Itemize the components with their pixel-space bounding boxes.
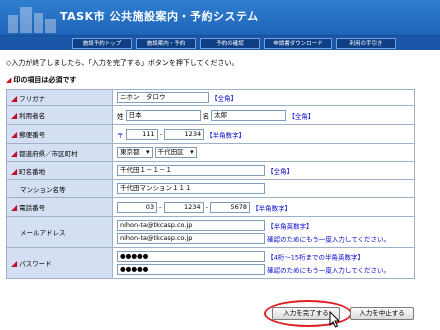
- pencil-icon: ◢: [11, 130, 18, 139]
- town-label: ◢ 町名番地: [6, 161, 113, 180]
- required-note: ◢ 印の項目は必須です: [6, 75, 76, 85]
- password-confirm-hint: 確認のためにもう一度入力してください。: [267, 266, 390, 275]
- surname-input[interactable]: 日本: [125, 109, 201, 121]
- town-input[interactable]: 千代田１－１－１: [117, 165, 265, 176]
- email-hint: 【半角英数字】: [267, 222, 313, 231]
- building-input[interactable]: 千代田マンション１１１: [117, 183, 265, 194]
- phone-label: ◢ 電話番号: [6, 197, 113, 217]
- furigana-input[interactable]: ニホン タロウ: [117, 92, 209, 103]
- phone-input-2[interactable]: 1234: [163, 201, 204, 213]
- surname-label: 姓: [117, 112, 124, 120]
- postal-mark: 〒: [117, 131, 124, 139]
- given-name-label: 名: [202, 112, 210, 120]
- email-label: メールアドレス: [6, 216, 113, 248]
- phone-hint: 【半角数字】: [252, 204, 292, 212]
- nav-tabs: 施設予約トップ 施設案内・予約 予約の確認 申請書ダウンロード 利用の手引き: [0, 36, 440, 50]
- tab-top[interactable]: 施設予約トップ: [72, 38, 132, 49]
- city-select[interactable]: 千代田区: [154, 147, 197, 158]
- postal-label: ◢ 郵便番号: [6, 124, 113, 144]
- prefecture-select[interactable]: 東京都: [117, 147, 153, 158]
- building-label: マンション名等: [6, 179, 113, 198]
- town-hint: 【全角】: [267, 167, 294, 176]
- password-input[interactable]: ●●●●●: [117, 251, 265, 262]
- pencil-icon: ◢: [11, 203, 18, 212]
- email-confirm-input[interactable]: nihon-ta@tkcasp.co.jp: [117, 233, 265, 244]
- pencil-icon: ◢: [11, 111, 18, 120]
- phone-input-3[interactable]: 5678: [210, 201, 251, 213]
- tab-download[interactable]: 申請書ダウンロード: [264, 38, 332, 49]
- password-label: ◢ パスワード: [6, 247, 113, 279]
- name-hint: 【全角】: [288, 112, 315, 120]
- name-label: ◢ 利用者名: [6, 105, 113, 125]
- postal-input-2[interactable]: 1234: [164, 128, 205, 140]
- furigana-hint: 【全角】: [211, 94, 238, 103]
- registration-form: ◢ フリガナ ニホン タロウ 【全角】 ◢ 利用者名 姓 日本 名 太郎 【全角】 …: [6, 89, 415, 279]
- phone-input-1[interactable]: 03: [117, 201, 157, 213]
- pencil-icon: ◢: [11, 259, 18, 268]
- tab-facility-reservation[interactable]: 施設案内・予約: [136, 38, 196, 49]
- app-title: TASK市 公共施設案内・予約システム: [60, 10, 259, 23]
- furigana-label: ◢ フリガナ: [6, 89, 113, 106]
- mouse-pointer-icon: [329, 311, 341, 328]
- instruction-text: ◇入力が終了しましたら、「入力を完了する」ボタンを押下してください。: [6, 59, 239, 67]
- building-logo-icon: [8, 7, 56, 33]
- pencil-icon: ◢: [11, 166, 18, 176]
- pencil-icon: ◢: [11, 148, 18, 158]
- password-hint: 【4桁～15桁までの半角英数字】: [267, 253, 364, 262]
- pencil-icon: ◢: [6, 76, 12, 84]
- email-confirm-hint: 確認のためにもう一度入力してください。: [267, 235, 390, 244]
- given-name-input[interactable]: 太郎: [211, 109, 287, 121]
- pencil-icon: ◢: [11, 93, 18, 103]
- tab-guide[interactable]: 利用の手引き: [336, 38, 396, 49]
- required-note-text: 印の項目は必須です: [13, 76, 77, 84]
- pref-city-label: ◢ 都道府県／市区町村: [6, 143, 113, 162]
- tab-reservation-check[interactable]: 予約の確認: [200, 38, 260, 49]
- cancel-button[interactable]: 入力を中止する: [350, 307, 414, 320]
- email-input[interactable]: nihon-ta@tkcasp.co.jp: [117, 220, 265, 231]
- app-header: TASK市 公共施設案内・予約システム: [0, 0, 440, 36]
- password-confirm-input[interactable]: ●●●●●: [117, 264, 265, 275]
- postal-hint: 【半角数字】: [206, 131, 246, 139]
- postal-input-1[interactable]: 111: [125, 128, 158, 140]
